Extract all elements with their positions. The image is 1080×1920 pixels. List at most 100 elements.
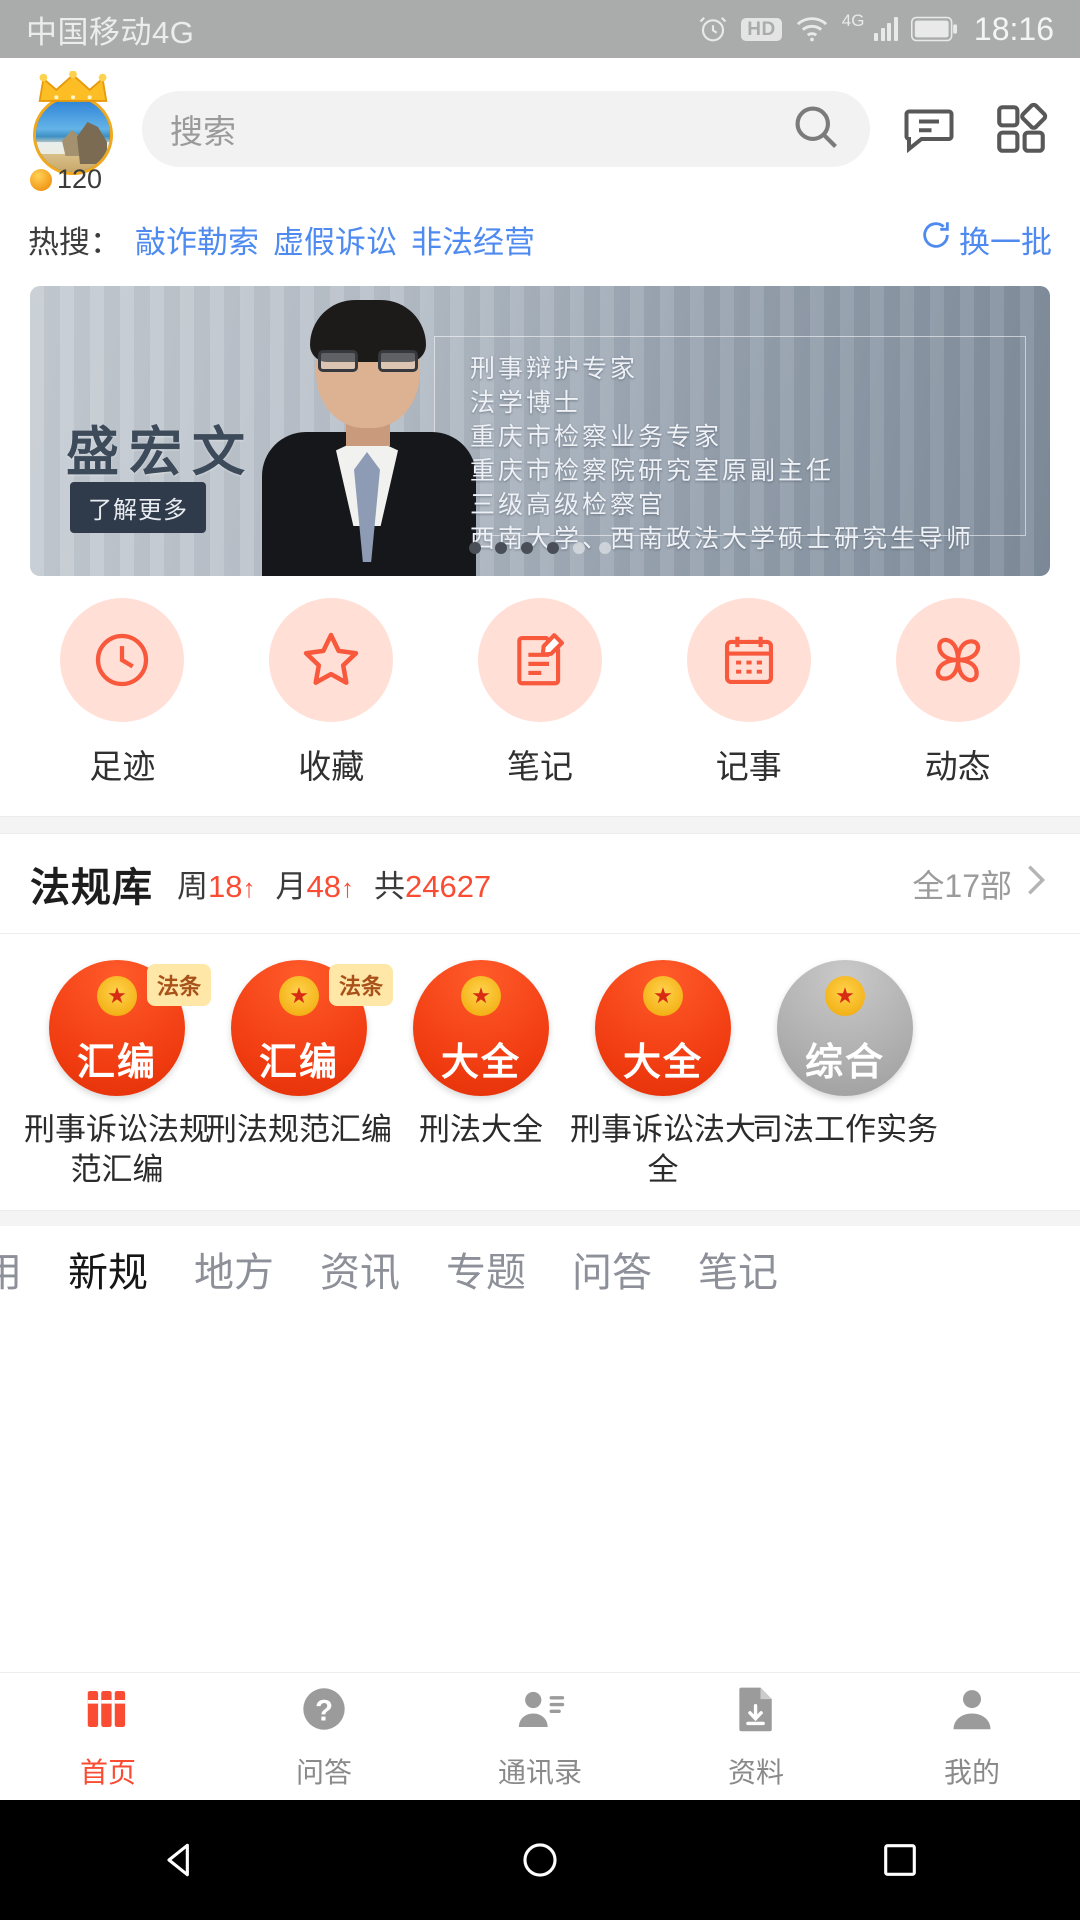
quick-action-journal[interactable]: 记事 [644, 598, 853, 788]
learn-more-button[interactable]: 了解更多 [70, 482, 206, 533]
book-corner-tag: 法条 [146, 964, 211, 1006]
nav-label-qa: 问答 [295, 1757, 352, 1788]
total-stat: 共24627 [373, 869, 492, 904]
tab-3[interactable]: 资讯 [320, 1240, 400, 1298]
network-type-label: 4G [841, 10, 865, 30]
search-input[interactable]: 搜索 [142, 91, 870, 167]
tab-4[interactable]: 专题 [446, 1240, 526, 1298]
status-bar: 中国移动4G HD 4G 18:16 [0, 0, 1080, 58]
carousel-dot-2[interactable] [521, 542, 533, 554]
law-book-item[interactable]: ★ 汇编 法条 刑法规范汇编 [206, 960, 393, 1190]
question-icon: ? [297, 1682, 351, 1741]
refresh-hot-search-button[interactable]: 换一批 [919, 217, 1052, 262]
home-icon[interactable] [514, 1834, 566, 1886]
carousel-dot-0[interactable] [469, 542, 481, 554]
tab-6[interactable]: 笔记 [698, 1240, 778, 1298]
nav-item-contacts[interactable]: 通讯录 [432, 1682, 648, 1791]
tab-5[interactable]: 问答 [572, 1240, 652, 1298]
coin-icon [30, 168, 52, 191]
carousel-dot-4[interactable] [573, 542, 585, 554]
message-icon[interactable] [896, 99, 962, 159]
tab-1[interactable]: 新规 [68, 1240, 148, 1298]
law-library-title: 法规库 [30, 865, 153, 910]
tab-0[interactable]: 用 [0, 1240, 22, 1298]
books-icon [81, 1682, 135, 1741]
national-emblem-icon: ★ [97, 976, 137, 1016]
hot-search-row: 热搜： 敲诈勒索 虚假诉讼 非法经营 换一批 [0, 200, 1080, 278]
nav-item-qa[interactable]: ? 问答 [216, 1682, 432, 1791]
calendar-icon [686, 598, 811, 722]
category-tabs[interactable]: 用 新规 地方 资讯 专题 问答 笔记 [0, 1226, 1080, 1308]
search-icon[interactable] [790, 101, 842, 158]
carousel-dots[interactable] [469, 542, 611, 554]
nav-item-mine[interactable]: 我的 [864, 1682, 1080, 1791]
law-library-stats: 周18↑ 月48↑ 共24627 [177, 861, 491, 906]
back-icon[interactable] [154, 1834, 206, 1886]
book-badge-icon: ★ 大全 [413, 960, 549, 1096]
book-name: 刑事诉讼法规范汇编 [24, 1112, 210, 1187]
fan-icon [895, 598, 1020, 722]
view-all-label: 全17部 [912, 867, 1012, 904]
law-book-item[interactable]: ★ 综合 司法工作实务 [752, 960, 938, 1190]
book-name: 刑法规范汇编 [206, 1112, 392, 1147]
nav-label-mine: 我的 [943, 1757, 1000, 1788]
hot-search-tag-0[interactable]: 敲诈勒索 [135, 217, 259, 262]
quick-action-notes[interactable]: 笔记 [436, 598, 645, 788]
nav-item-home[interactable]: 首页 [0, 1682, 216, 1791]
national-emblem-icon: ★ [461, 976, 501, 1016]
android-navigation-bar [0, 1800, 1080, 1920]
law-library-header[interactable]: 法规库 周18↑ 月48↑ 共24627 全17部 [0, 834, 1080, 934]
book-name: 刑事诉讼法大全 [570, 1112, 756, 1187]
nav-item-materials[interactable]: 资料 [648, 1682, 864, 1791]
battery-icon [910, 16, 957, 42]
grid-icon[interactable] [988, 100, 1054, 158]
signal-icon [874, 17, 898, 41]
promo-banner-carousel[interactable]: 盛宏文 了解更多 刑事辩护专家 法学博士 重庆市检察业务专家 重庆市检察院研究室… [30, 286, 1050, 576]
coin-count: 120 [57, 164, 103, 194]
book-badge-word: 大全 [440, 1042, 521, 1084]
carousel-dot-3[interactable] [547, 542, 559, 554]
contacts-icon [513, 1682, 567, 1741]
book-badge-word: 综合 [804, 1042, 885, 1084]
arrow-up-icon: ↑ [340, 873, 354, 903]
hot-search-tag-1[interactable]: 虚假诉讼 [273, 217, 397, 262]
avatar[interactable]: 120 [26, 70, 120, 194]
week-stat: 周18↑ [177, 869, 256, 904]
refresh-icon [919, 218, 953, 260]
tab-2[interactable]: 地方 [194, 1240, 274, 1298]
banner-credential-3: 重庆市检察院研究室原副主任 [470, 457, 835, 485]
quick-action-label-0: 足迹 [89, 748, 156, 785]
quick-action-label-4: 动态 [924, 748, 991, 785]
law-book-item[interactable]: ★ 大全 刑事诉讼法大全 [570, 960, 756, 1190]
banner-credential-2: 重庆市检察业务专家 [470, 423, 723, 451]
nav-label-home: 首页 [79, 1757, 136, 1788]
app-header: 120 搜索 [0, 58, 1080, 200]
view-all-link[interactable]: 全17部 [912, 861, 1050, 907]
book-badge-icon: ★ 大全 [595, 960, 731, 1096]
hot-search-tag-2[interactable]: 非法经营 [411, 217, 535, 262]
carousel-dot-5[interactable] [599, 542, 611, 554]
nav-label-materials: 资料 [727, 1757, 784, 1788]
coin-badge: 120 [30, 164, 102, 195]
clock-label: 18:16 [973, 10, 1054, 47]
law-book-item[interactable]: ★ 汇编 法条 刑事诉讼法规范汇编 [24, 960, 211, 1190]
star-icon [269, 598, 394, 722]
search-placeholder: 搜索 [170, 113, 236, 150]
section-divider [0, 1210, 1080, 1226]
law-book-item[interactable]: ★ 大全 刑法大全 [390, 960, 572, 1190]
banner-portrait [258, 296, 488, 576]
recents-icon[interactable] [874, 1834, 926, 1886]
banner-credential-4: 三级高级检察官 [470, 491, 667, 519]
book-badge-icon: ★ 综合 [777, 960, 913, 1096]
clock-icon [60, 598, 185, 722]
quick-action-activity[interactable]: 动态 [853, 598, 1062, 788]
bottom-navigation: 首页 ? 问答 通讯录 资料 我的 [0, 1672, 1080, 1800]
law-book-scroller[interactable]: ★ 汇编 法条 刑事诉讼法规范汇编 ★ 汇编 法条 刑法规范汇编 ★ 大全 刑法… [0, 934, 1080, 1210]
carousel-dot-1[interactable] [495, 542, 507, 554]
person-icon [945, 1682, 999, 1741]
quick-action-footprint[interactable]: 足迹 [18, 598, 227, 788]
quick-actions-row: 足迹 收藏 笔记 记事 动态 [0, 576, 1080, 816]
quick-action-favorites[interactable]: 收藏 [227, 598, 436, 788]
book-corner-tag: 法条 [328, 964, 393, 1006]
banner-credentials: 刑事辩护专家 法学博士 重庆市检察业务专家 重庆市检察院研究室原副主任 三级高级… [470, 352, 974, 556]
